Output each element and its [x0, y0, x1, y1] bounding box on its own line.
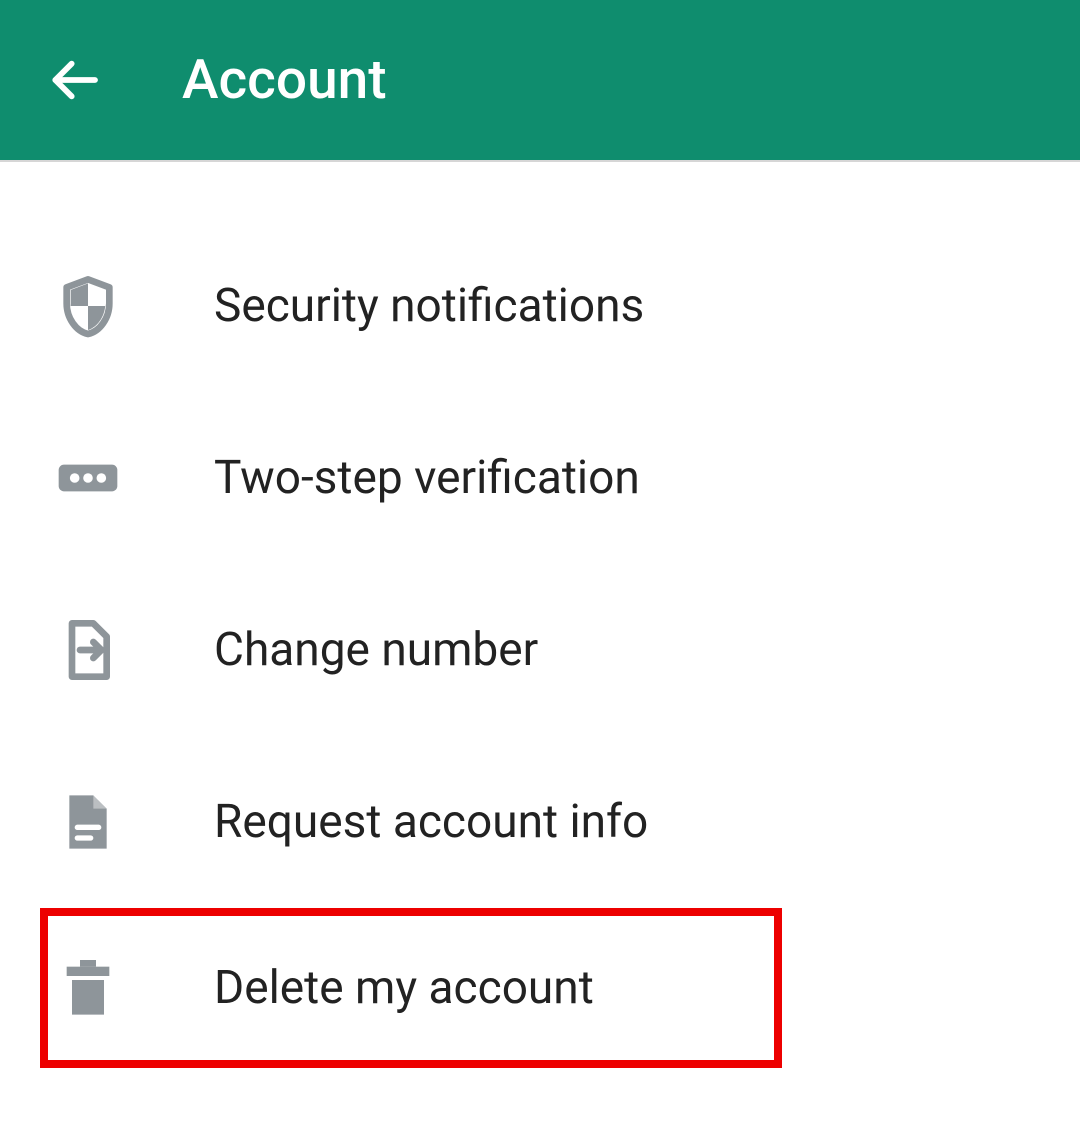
icon-wrapper: [56, 615, 156, 685]
page-title: Account: [182, 48, 387, 112]
sim-icon: [56, 618, 120, 682]
settings-label: Change number: [214, 623, 538, 677]
settings-label: Delete my account: [214, 961, 594, 1015]
app-header: Account: [0, 0, 1080, 162]
settings-item-two-step-verification[interactable]: Two-step verification: [40, 392, 1080, 564]
back-arrow-icon: [46, 52, 102, 108]
back-button[interactable]: [38, 44, 110, 116]
icon-wrapper: [56, 787, 156, 857]
icon-wrapper: [56, 953, 156, 1023]
settings-label: Two-step verification: [214, 451, 640, 505]
settings-label: Request account info: [214, 795, 648, 849]
settings-list: Security notifications Two-step verifica…: [0, 162, 1080, 1068]
settings-item-security-notifications[interactable]: Security notifications: [40, 220, 1080, 392]
trash-icon: [56, 956, 120, 1020]
shield-icon: [56, 274, 120, 338]
settings-label: Security notifications: [214, 279, 644, 333]
dots-icon: [56, 446, 120, 510]
icon-wrapper: [56, 443, 156, 513]
settings-item-delete-my-account[interactable]: Delete my account: [40, 908, 782, 1068]
settings-item-change-number[interactable]: Change number: [40, 564, 1080, 736]
document-icon: [56, 790, 120, 854]
settings-item-request-account-info[interactable]: Request account info: [40, 736, 1080, 908]
icon-wrapper: [56, 271, 156, 341]
